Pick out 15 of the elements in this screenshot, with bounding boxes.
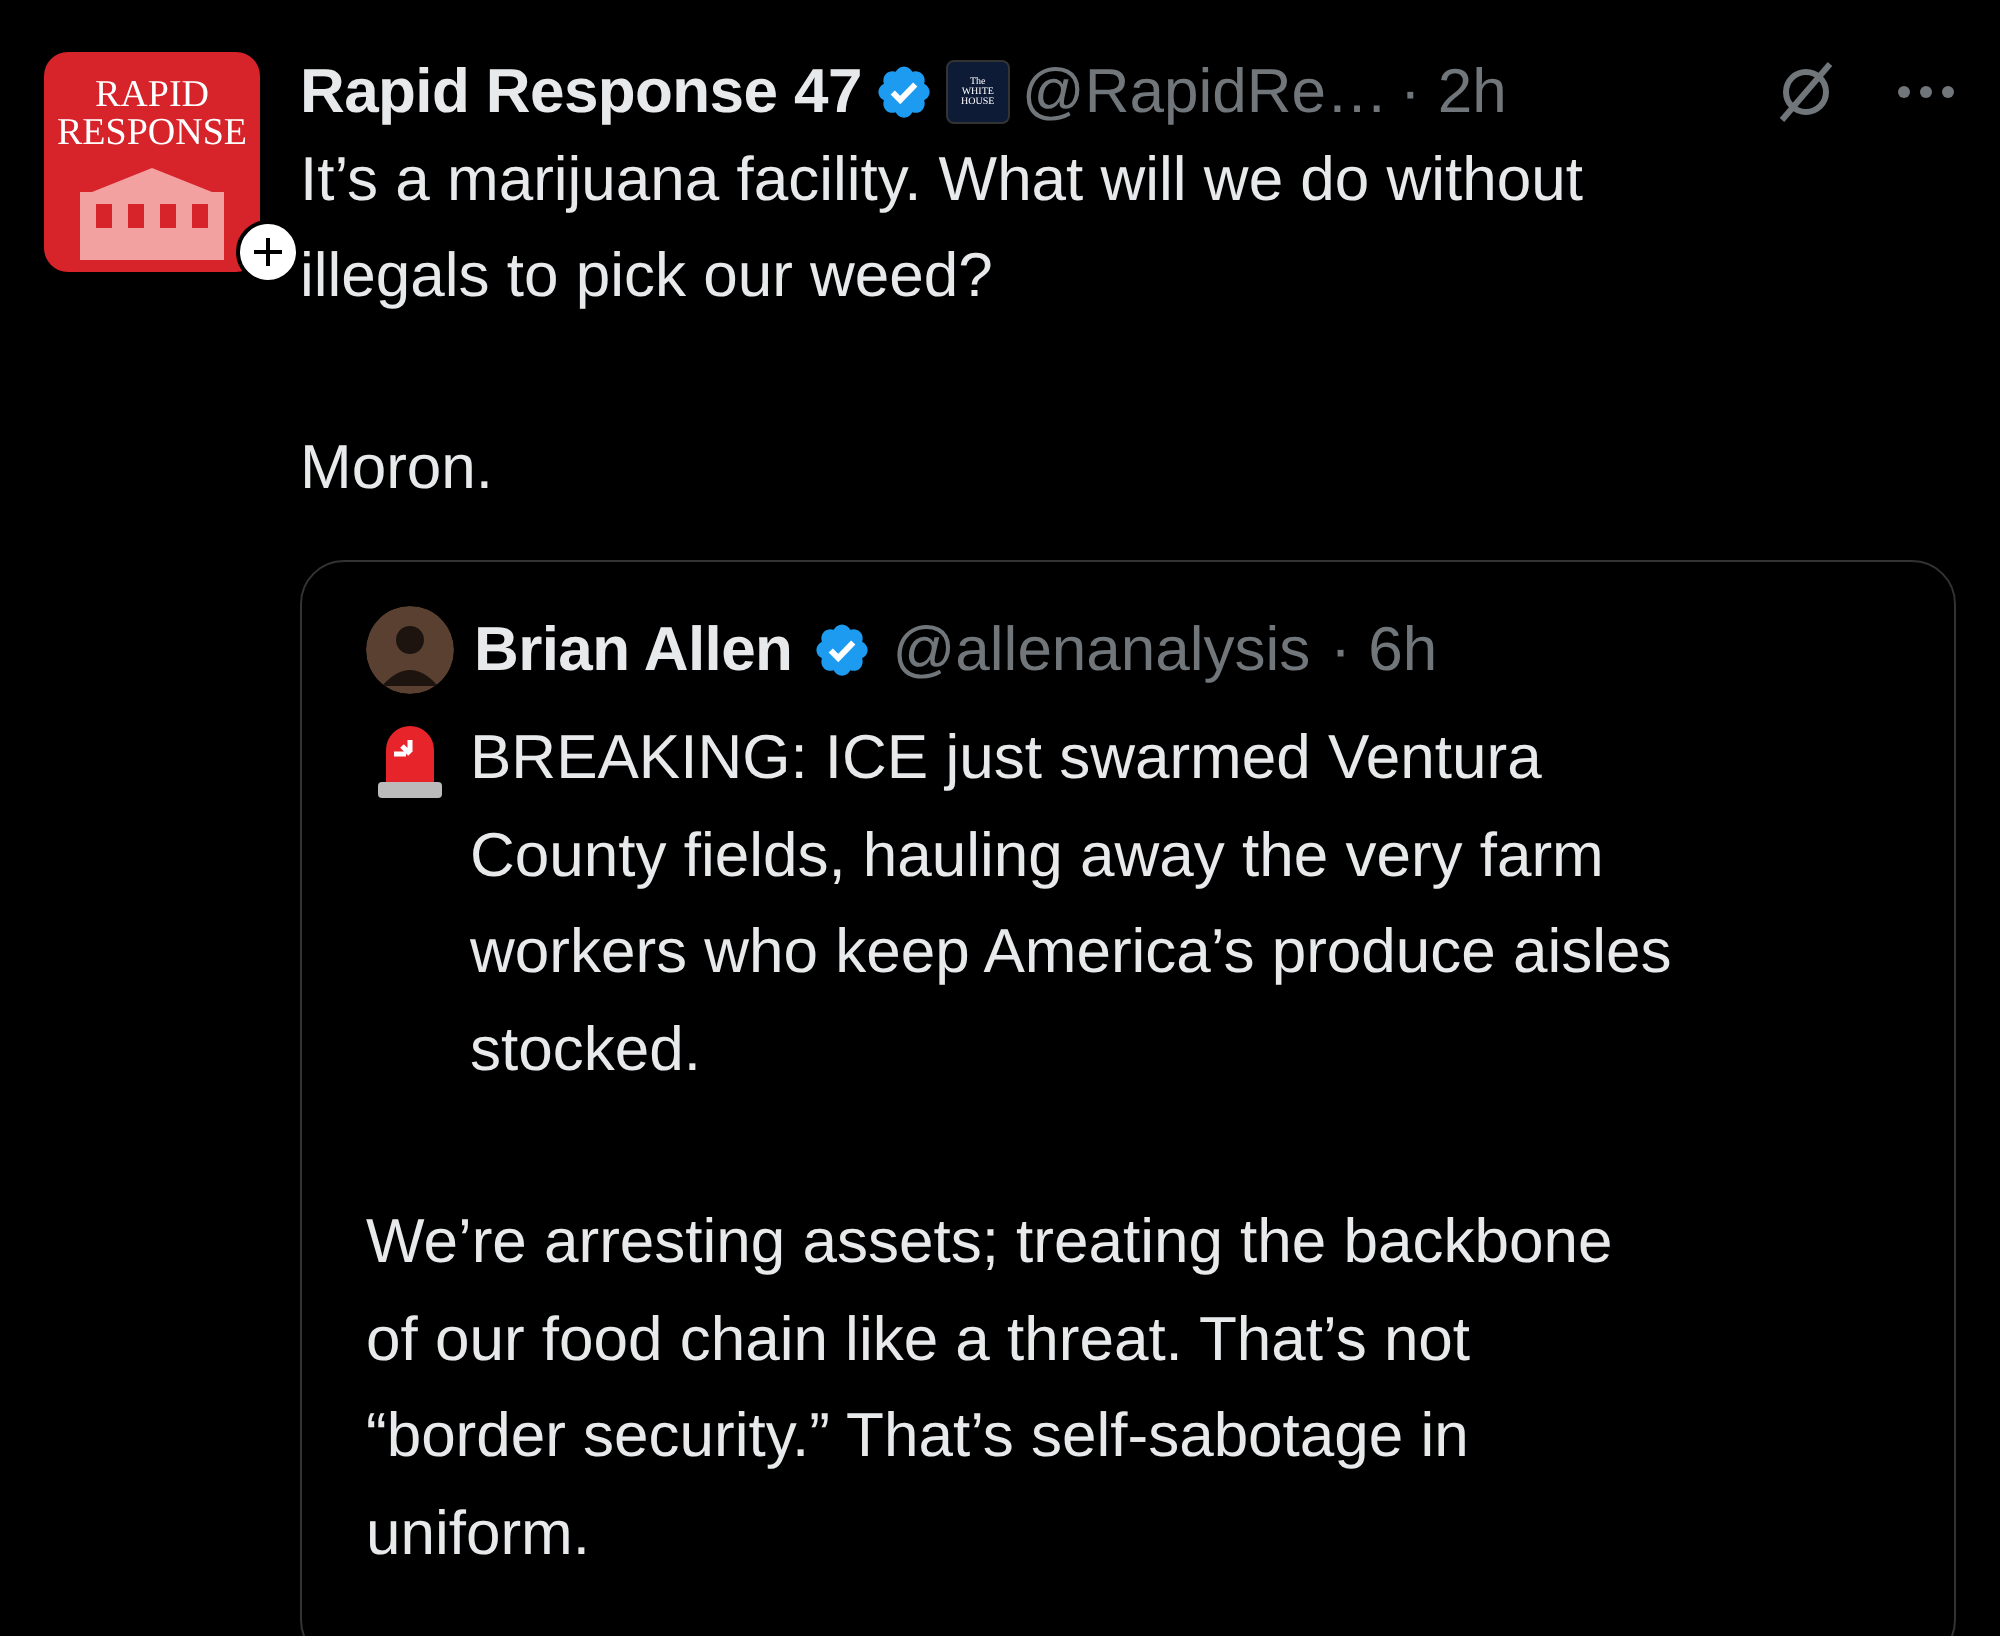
author-name[interactable]: Brian Allen <box>474 614 793 686</box>
avatar-logo-text: RAPID RESPONSE <box>56 76 248 152</box>
quoted-text: BREAKING: ICE just swarmed Ventura County fields, hauling away the very farm workers who keep America’s produce aisles stocked. <box>470 720 1672 1087</box>
post-text: It’s a marijuana facility. What will we do without illegals to pick our weed? <box>300 142 1585 314</box>
avatar[interactable]: RAPID RESPONSE <box>44 52 260 272</box>
post-time[interactable]: · 2h <box>1399 56 1507 128</box>
author-handle[interactable]: @RapidRe… <box>1021 56 1388 128</box>
author-handle[interactable]: @allenanalysis <box>892 614 1311 686</box>
quoted-text: We’re arresting assets; treating the backbone of our food chain like a threat. That’s not “border security.” That’s self-sabotage in uniform. <box>366 1204 1615 1571</box>
post-time[interactable]: · 6h <box>1330 614 1438 686</box>
quoted-post[interactable] <box>300 560 1956 1636</box>
post-text: Moron. <box>300 430 495 506</box>
author-name[interactable]: Rapid Response 47 <box>300 56 862 128</box>
more-icon[interactable] <box>1896 84 1956 100</box>
plus-icon <box>250 234 286 270</box>
